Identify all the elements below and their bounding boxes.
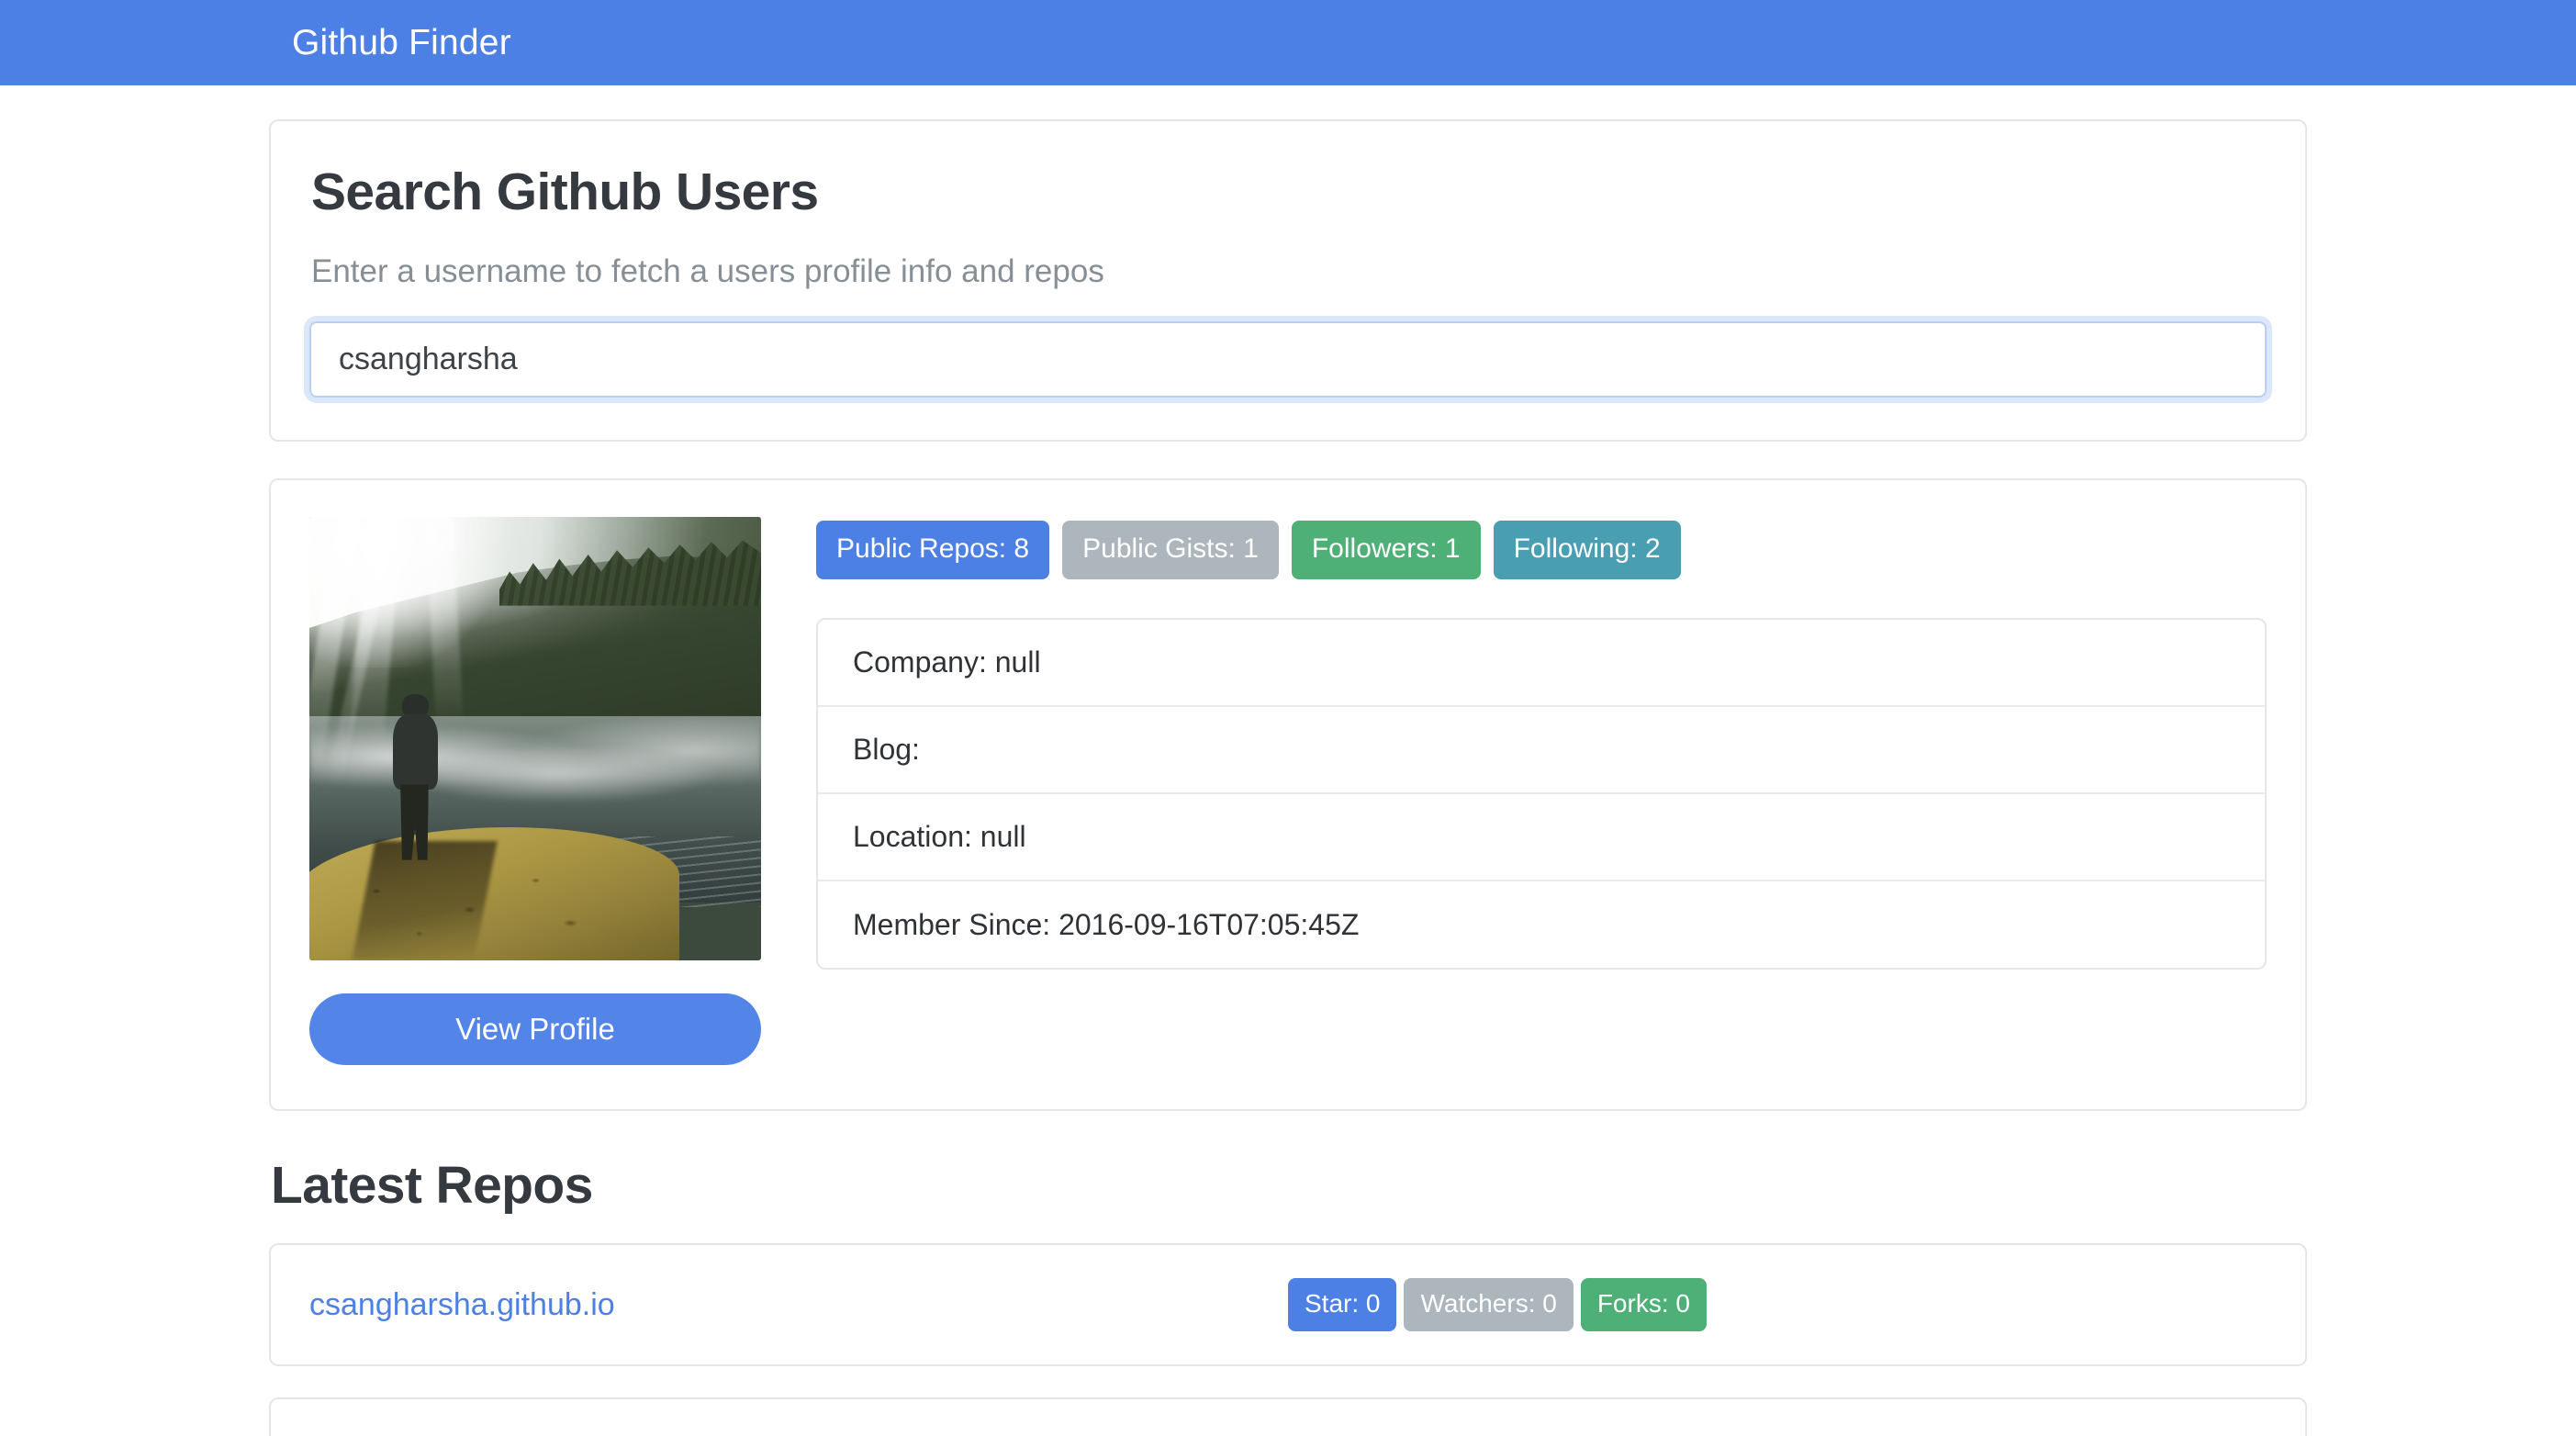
page-title: Search Github Users bbox=[311, 163, 819, 221]
info-item-company: Company: null bbox=[818, 620, 2265, 707]
page-container: Search Github Users Enter a username to … bbox=[269, 85, 2307, 1436]
avatar-person-torso bbox=[392, 713, 439, 790]
view-profile-button[interactable]: View Profile bbox=[309, 993, 761, 1065]
repo-card bbox=[269, 1397, 2307, 1436]
search-card: Search Github Users Enter a username to … bbox=[269, 119, 2307, 442]
info-item-member-since: Member Since: 2016-09-16T07:05:45Z bbox=[853, 907, 1360, 941]
repo-badge-forks: Forks: 0 bbox=[1580, 1278, 1707, 1331]
avatar bbox=[309, 517, 761, 960]
page-subtitle: Enter a username to fetch a users profil… bbox=[311, 253, 1104, 289]
repo-stats-badges: Star: 0 Watchers: 0 Forks: 0 bbox=[1288, 1278, 1707, 1331]
profile-right-column: Public Repos: 8 Public Gists: 1 Follower… bbox=[816, 517, 2267, 1065]
repo-link[interactable]: csangharsha.github.io bbox=[309, 1287, 1288, 1323]
profile-stats-badges: Public Repos: 8 Public Gists: 1 Follower… bbox=[816, 521, 2267, 579]
repo-badge-stars: Star: 0 bbox=[1288, 1278, 1397, 1331]
badge-following: Following: 2 bbox=[1493, 521, 1681, 579]
avatar-sun-glow bbox=[309, 517, 518, 668]
search-input-wrap bbox=[309, 321, 2267, 398]
avatar-person-legs bbox=[400, 784, 429, 860]
profile-card: View Profile Public Repos: 8 Public Gist… bbox=[269, 478, 2307, 1111]
profile-left-column: View Profile bbox=[309, 517, 761, 1065]
repo-badge-watchers: Watchers: 0 bbox=[1404, 1278, 1574, 1331]
profile-info-list: Company: null Blog: Location: null Membe… bbox=[816, 618, 2267, 970]
search-input[interactable] bbox=[309, 321, 2267, 398]
badge-followers: Followers: 1 bbox=[1291, 521, 1481, 579]
repo-card: csangharsha.github.io Star: 0 Watchers: … bbox=[269, 1243, 2307, 1366]
info-item-blog: Blog: bbox=[818, 707, 2265, 794]
avatar-person-silhouette bbox=[388, 694, 442, 860]
latest-repos-heading: Latest Repos bbox=[271, 1156, 593, 1215]
navbar: Github Finder bbox=[0, 0, 2576, 85]
badge-public-gists: Public Gists: 1 bbox=[1062, 521, 1279, 579]
badge-public-repos: Public Repos: 8 bbox=[816, 521, 1050, 579]
info-item-location: Location: null bbox=[818, 794, 2265, 881]
app-title: Github Finder bbox=[292, 22, 511, 62]
